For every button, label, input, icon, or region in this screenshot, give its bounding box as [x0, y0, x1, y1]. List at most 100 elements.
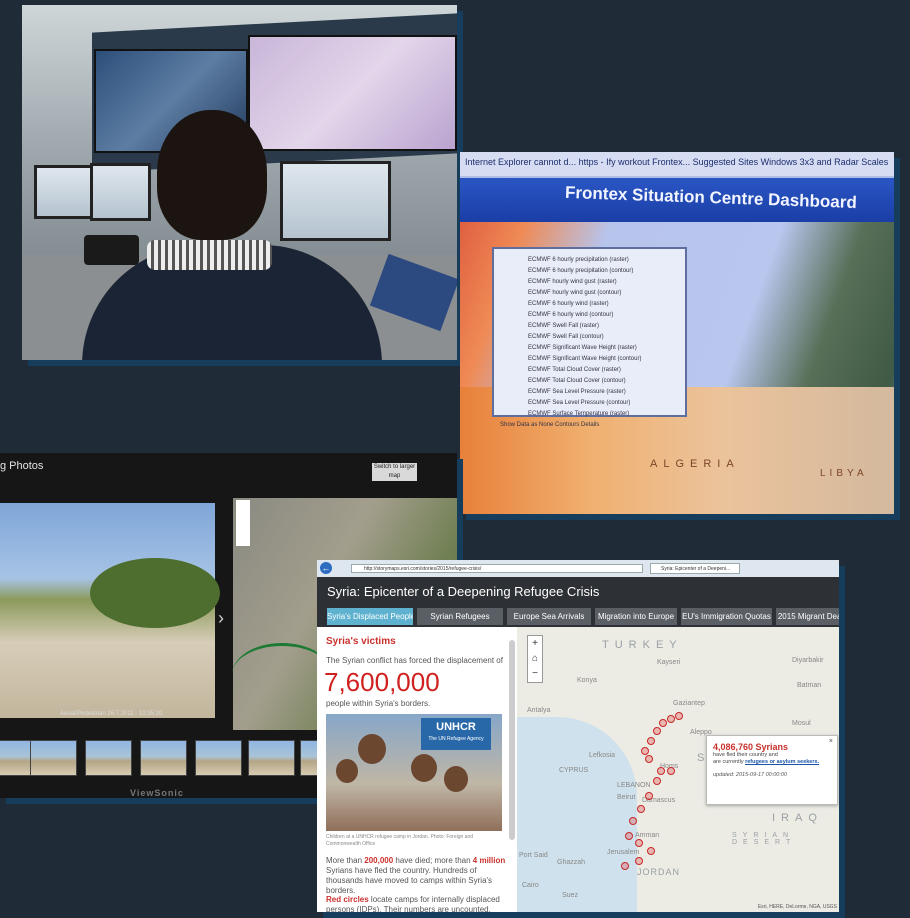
tab-eu-s-immigration-quotas[interactable]: EU's Immigration Quotas — [681, 608, 772, 625]
idp-camp-marker[interactable] — [637, 805, 645, 813]
city-label: Mosul — [792, 720, 811, 727]
layer-row[interactable]: ECMWF 6 hourly precipitation (raster) — [500, 255, 679, 266]
idp-camp-marker[interactable] — [621, 862, 629, 870]
browser-chrome: ← http://storymaps.esri.com/stories/2015… — [317, 560, 839, 577]
layer-row[interactable]: ECMWF Total Cloud Cover (raster) — [500, 365, 679, 376]
unhcr-text: UNHCR — [436, 721, 476, 733]
syria-storymap-browser: ← http://storymaps.esri.com/stories/2015… — [317, 560, 839, 912]
next-arrow-icon[interactable]: › — [218, 608, 224, 629]
zoom-control[interactable]: + ⌂ − — [527, 635, 543, 683]
layer-row[interactable]: ECMWF Sea Level Pressure (raster) — [500, 387, 679, 398]
layer-row[interactable]: ECMWF Total Cloud Cover (contour) — [500, 376, 679, 387]
city-label: Diyarbakir — [792, 657, 824, 664]
close-icon[interactable]: × — [829, 738, 833, 745]
section-heading: Syria's victims — [326, 636, 396, 647]
idp-camp-marker[interactable] — [647, 847, 655, 855]
label-algeria: ALGERIA — [650, 458, 740, 470]
idp-camp-marker[interactable] — [675, 712, 683, 720]
layer-row[interactable]: ECMWF Significant Wave Height (contour) — [500, 354, 679, 365]
label-turkey: TURKEY — [602, 639, 683, 651]
idp-camp-marker[interactable] — [625, 832, 633, 840]
idp-camp-marker[interactable] — [653, 727, 661, 735]
unhcr-banner: UNHCR The UN Refugee Agency — [421, 718, 491, 750]
died-c: Syrians have fled the country. Hundreds … — [326, 866, 493, 895]
layer-row[interactable]: ECMWF hourly wind gust (raster) — [500, 277, 679, 288]
intro-text: The Syrian conflict has forced the displ… — [326, 656, 503, 665]
idp-camp-marker[interactable] — [653, 777, 661, 785]
fled-num: 4 million — [472, 856, 506, 865]
idp-camp-marker[interactable] — [657, 767, 665, 775]
photo-credit: Children at a UNHCR refugee camp in Jord… — [326, 834, 474, 847]
layer-row[interactable]: ECMWF Swell Fall (contour) — [500, 332, 679, 343]
info-popup: × 4,086,760 Syrians have fled their coun… — [706, 735, 838, 805]
layer-row[interactable]: ECMWF hourly wind gust (contour) — [500, 288, 679, 299]
city-label: Batman — [797, 682, 822, 689]
died-a: More than — [326, 856, 365, 865]
city-label: Kayseri — [657, 659, 681, 666]
thumbnail[interactable] — [248, 740, 295, 776]
city-label: Antalya — [527, 707, 551, 714]
city-label: Amman — [635, 832, 660, 839]
label-iraq: IRAQ — [772, 812, 823, 824]
child-head — [411, 754, 437, 782]
tab-migration-into-europe[interactable]: Migration into Europe — [595, 608, 677, 625]
displaced-count: 7,600,000 — [324, 667, 440, 697]
address-bar[interactable]: http://storymaps.esri.com/stories/2015/r… — [351, 564, 643, 573]
map-zoom-controls[interactable] — [236, 500, 250, 546]
back-arrow-icon[interactable]: ← — [320, 562, 332, 574]
idp-camp-marker[interactable] — [641, 747, 649, 755]
idp-camp-marker[interactable] — [635, 839, 643, 847]
layer-row[interactable]: ECMWF Swell Fall (raster) — [500, 321, 679, 332]
operator-photo — [22, 5, 457, 360]
idp-camp-marker[interactable] — [635, 857, 643, 865]
browser-tab[interactable]: Syria: Epicenter of a Deepeni... — [650, 563, 740, 574]
zoom-in-button[interactable]: + — [528, 636, 542, 651]
tab-europe-sea-arrivals[interactable]: Europe Sea Arrivals — [507, 608, 591, 625]
home-icon[interactable]: ⌂ — [528, 651, 542, 666]
thumbnail[interactable] — [30, 740, 77, 776]
zoom-out-button[interactable]: − — [528, 666, 542, 681]
idp-camp-marker[interactable] — [667, 715, 675, 723]
map-attribution: Esri, HERE, DeLorme, NGA, USGS — [757, 904, 837, 910]
page-title: Syria: Epicenter of a Deepening Refugee … — [327, 584, 600, 599]
idp-camp-marker[interactable] — [659, 719, 667, 727]
idp-camp-marker[interactable] — [629, 817, 637, 825]
popup-line2a: are currently — [713, 759, 746, 765]
syria-map[interactable]: + ⌂ − TURKEY SYR IRAQ SYRIAN DESERT JORD… — [517, 627, 839, 912]
layer-row[interactable]: ECMWF 6 hourly wind (contour) — [500, 310, 679, 321]
tab-syria-s-displaced-people[interactable]: Syria's Displaced People — [327, 608, 413, 625]
label-jordan: JORDAN — [637, 867, 681, 877]
died-b: have died; more than — [393, 856, 473, 865]
refugees-link[interactable]: refugees or asylum seekers. — [745, 759, 819, 765]
idp-camp-marker[interactable] — [645, 755, 653, 763]
thumbnail[interactable] — [195, 740, 242, 776]
child-head — [336, 759, 358, 783]
switch-map-button[interactable]: Switch to larger map — [372, 463, 417, 481]
layer-row[interactable]: ECMWF 6 hourly wind (raster) — [500, 299, 679, 310]
monitor-mid — [90, 163, 151, 221]
popup-line2: are currently refugees or asylum seekers… — [713, 759, 831, 766]
layer-row[interactable]: ECMWF Sea Level Pressure (contour) — [500, 398, 679, 409]
bush — [90, 558, 220, 628]
layer-row[interactable]: ECMWF Surface Temperature (raster) — [500, 409, 679, 420]
idp-camp-marker[interactable] — [645, 792, 653, 800]
layer-row[interactable]: ECMWF Significant Wave Height (raster) — [500, 343, 679, 354]
main-photo[interactable] — [0, 503, 220, 718]
idp-camp-marker[interactable] — [647, 737, 655, 745]
tab-2015-migrant-deaths[interactable]: 2015 Migrant Deaths — [776, 608, 839, 625]
layer-row[interactable]: ECMWF 6 hourly precipitation (contour) — [500, 266, 679, 277]
unhcr-subtext: The UN Refugee Agency — [428, 736, 484, 742]
idp-camp-marker[interactable] — [667, 767, 675, 775]
thumbnail[interactable] — [140, 740, 187, 776]
layer-panel-footer[interactable]: Show Data as None Contours Details — [500, 420, 679, 431]
tab-syrian-refugees[interactable]: Syrian Refugees — [417, 608, 503, 625]
thumbnail[interactable] — [85, 740, 132, 776]
scrollbar[interactable] — [509, 640, 515, 840]
child-head — [358, 734, 386, 764]
operator-collar — [147, 240, 272, 270]
desk-phone — [84, 235, 139, 265]
layer-panel[interactable]: ECMWF 6 hourly precipitation (raster) ECM… — [492, 247, 687, 428]
city-label: Suez — [562, 892, 578, 899]
ie-tab-bar: Internet Explorer cannot d... https - If… — [460, 152, 894, 176]
label-libya: LIBYA — [820, 468, 868, 479]
